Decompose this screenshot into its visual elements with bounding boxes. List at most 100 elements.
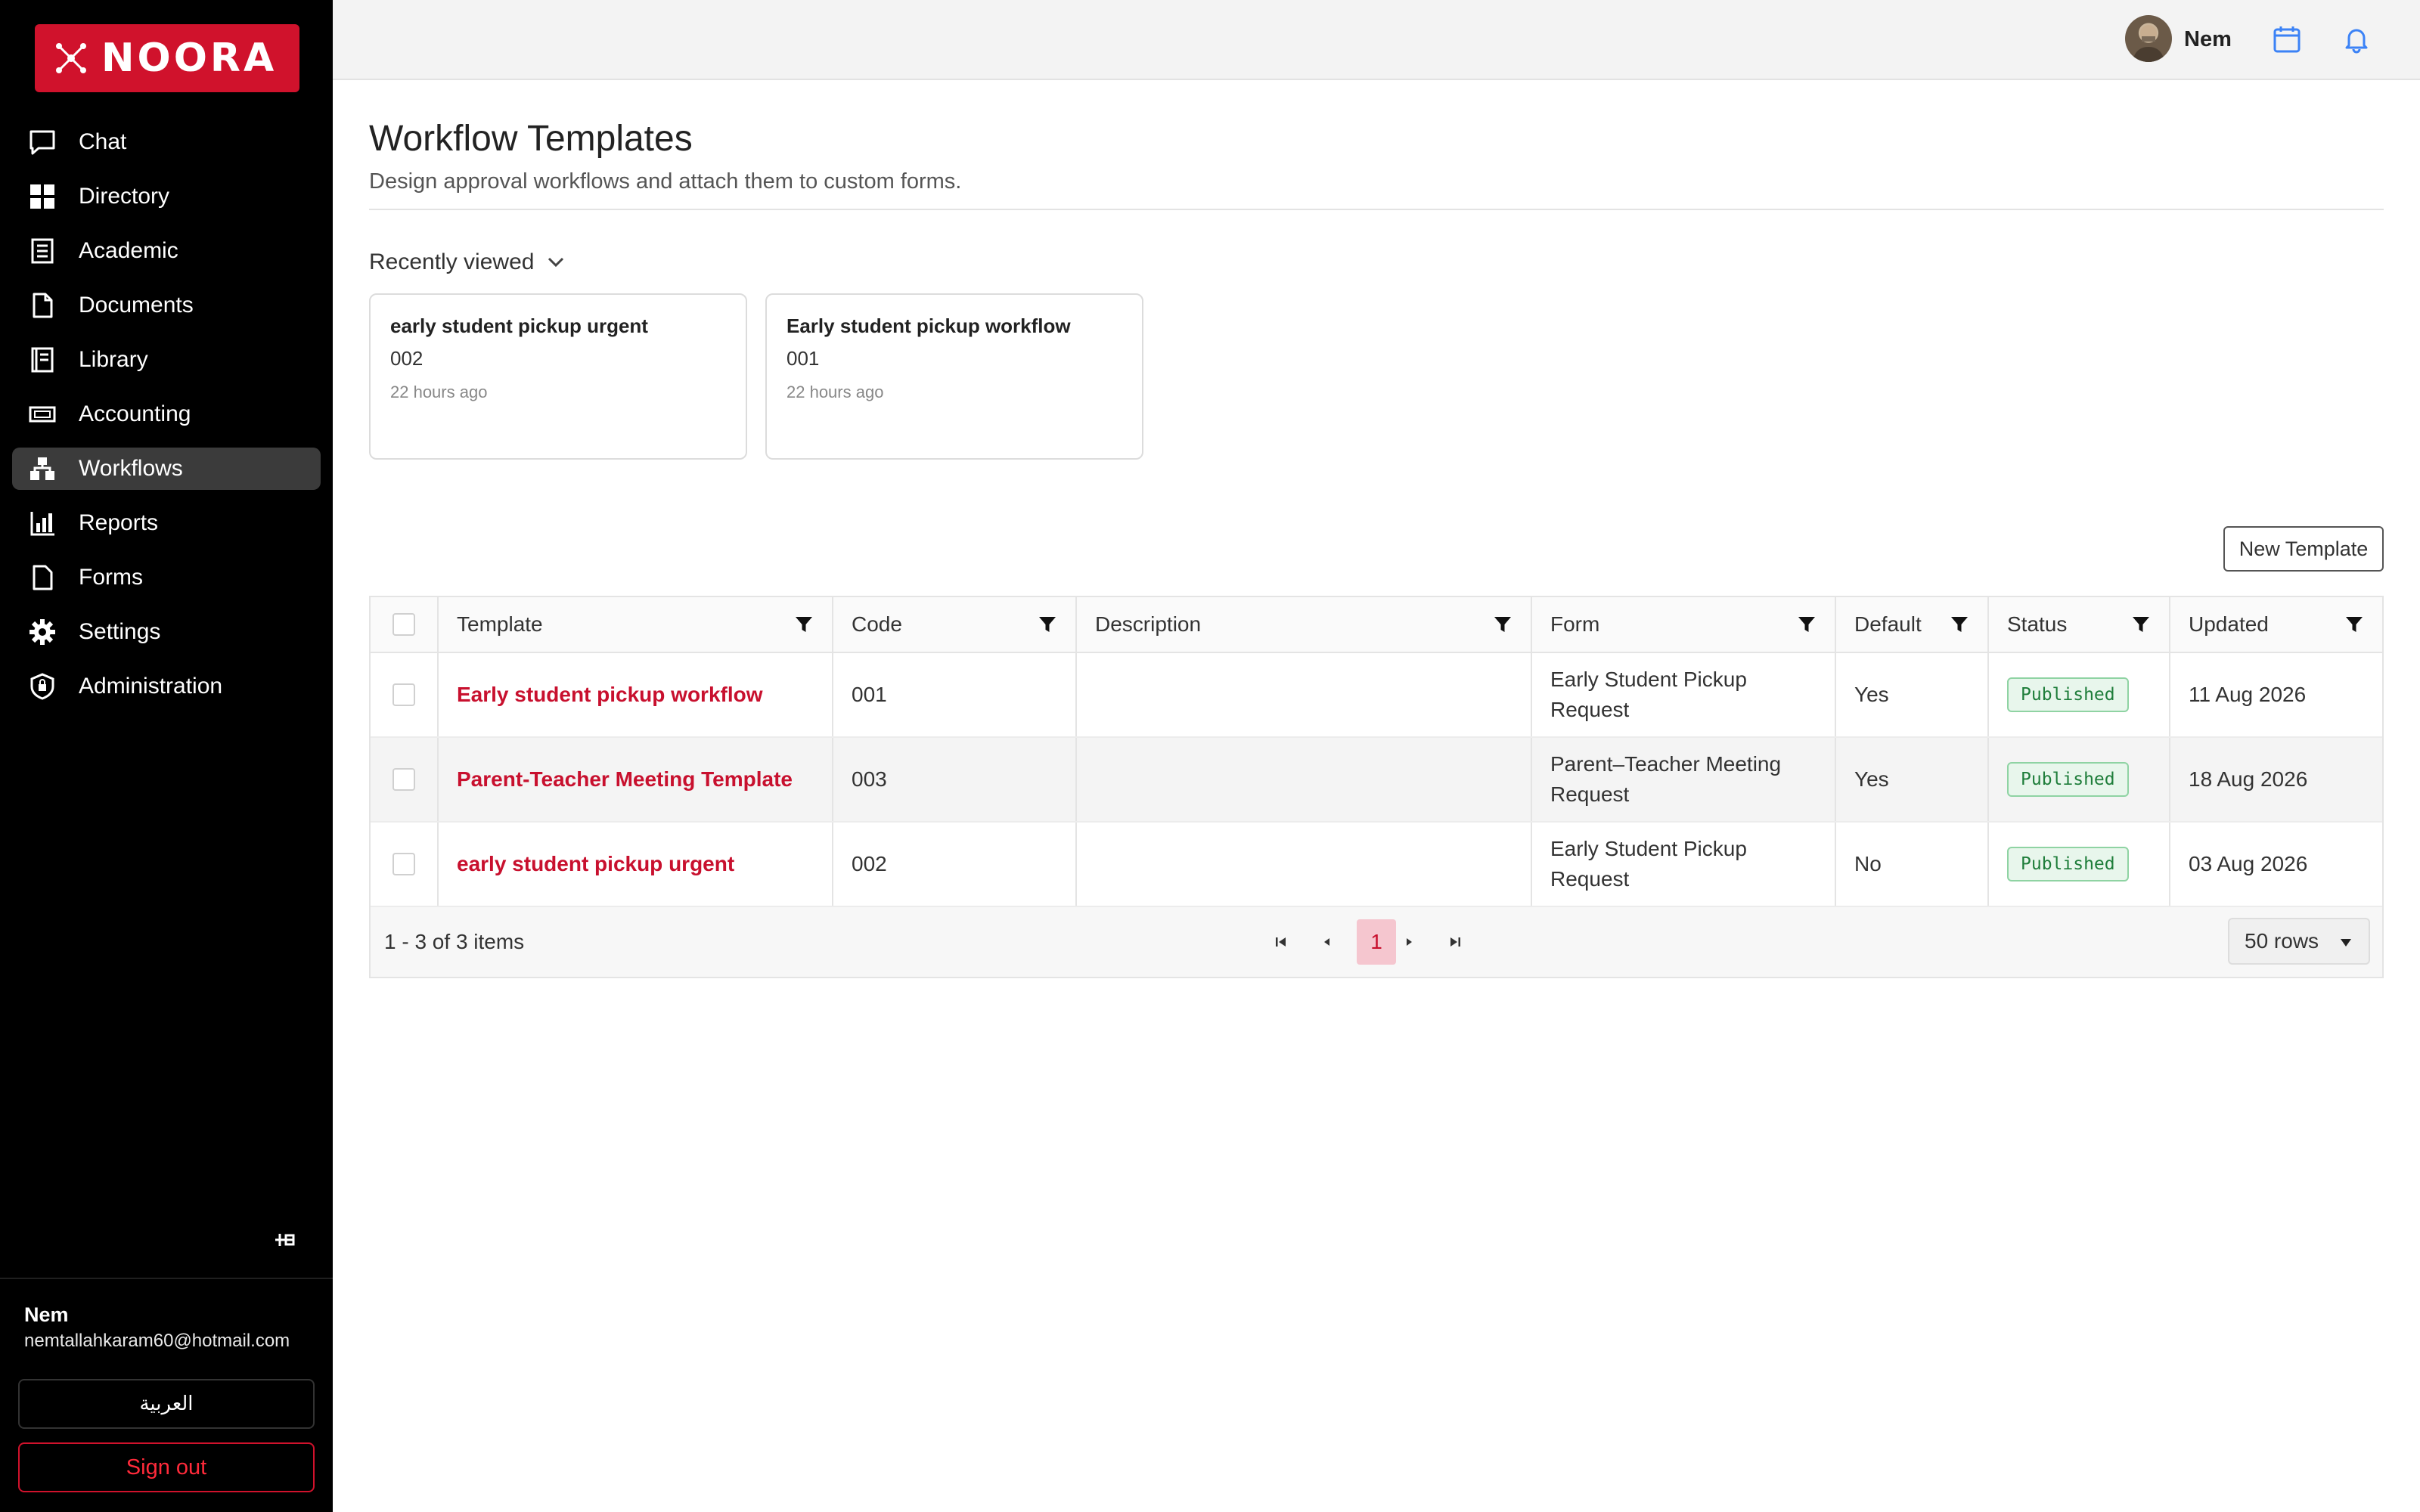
top-bar xyxy=(333,0,2420,80)
row-select-cell xyxy=(371,823,439,906)
sidebar-item-settings[interactable]: Settings xyxy=(12,611,321,653)
recent-card-time: 22 hours ago xyxy=(786,383,884,401)
notifications-button[interactable] xyxy=(2332,15,2381,64)
recent-card-time: 22 hours ago xyxy=(390,383,488,401)
row-checkbox[interactable] xyxy=(392,768,415,791)
row-select-cell xyxy=(371,653,439,736)
shield-icon xyxy=(27,671,57,702)
logo-mark-icon xyxy=(56,43,86,73)
description-cell xyxy=(1077,823,1532,906)
column-label: Description xyxy=(1095,612,1202,636)
recent-card[interactable]: early student pickup urgent 002 22 hours… xyxy=(369,293,747,460)
next-page-button[interactable] xyxy=(1388,919,1431,965)
grid-icon xyxy=(27,181,57,212)
sidebar-item-administration[interactable]: Administration xyxy=(12,665,321,708)
sidebar-item-accounting[interactable]: Accounting xyxy=(12,393,321,435)
updated-cell: 11 Aug 2026 xyxy=(2189,683,2307,706)
table-row[interactable]: Early student pickup workflow 001 Early … xyxy=(371,653,2382,738)
avatar[interactable] xyxy=(2125,15,2172,62)
recent-card-code: 001 xyxy=(786,347,820,370)
top-user-name[interactable]: Nem xyxy=(2184,27,2232,52)
sidebar-item-academic[interactable]: Academic xyxy=(12,230,321,272)
sidebar-item-label: Settings xyxy=(79,619,161,644)
form-cell: Early Student Pickup Request xyxy=(1532,823,1836,906)
code-cell: 003 xyxy=(833,738,1077,821)
sidebar-item-label: Reports xyxy=(79,510,159,535)
sign-out-button[interactable]: Sign out xyxy=(18,1442,315,1492)
column-header-code[interactable]: Code xyxy=(833,597,1077,652)
chart-icon xyxy=(27,508,57,538)
template-link[interactable]: Early student pickup workflow xyxy=(457,683,763,707)
form-name-line: Request xyxy=(1550,782,1630,806)
sidebar-user-name: Nem xyxy=(24,1303,69,1326)
filter-icon[interactable] xyxy=(1797,615,1817,634)
pagination-bar: 1 - 3 of 3 items 1 50 rows xyxy=(371,907,2382,977)
filter-icon[interactable] xyxy=(1493,615,1512,634)
pin-sidebar-icon[interactable] xyxy=(269,1225,299,1255)
sidebar-nav: Chat Directory Academic Documents Librar… xyxy=(12,121,321,720)
filter-icon[interactable] xyxy=(1038,615,1057,634)
last-page-button[interactable] xyxy=(1434,919,1476,965)
default-cell: Yes xyxy=(1836,653,1989,736)
template-link[interactable]: early student pickup urgent xyxy=(457,852,734,876)
sidebar-item-label: Library xyxy=(79,347,148,372)
language-toggle-button[interactable]: العربية xyxy=(18,1379,315,1429)
status-cell: Published xyxy=(1989,823,2170,906)
sidebar-item-directory[interactable]: Directory xyxy=(12,175,321,218)
calendar-button[interactable] xyxy=(2263,15,2311,64)
money-icon xyxy=(27,399,57,429)
rows-per-page-select[interactable]: 50 rows xyxy=(2228,918,2370,965)
table-header: Template Code Description Form Default S… xyxy=(371,597,2382,653)
first-page-button[interactable] xyxy=(1260,919,1302,965)
previous-page-button[interactable] xyxy=(1305,919,1348,965)
form-name-line: Request xyxy=(1550,698,1630,721)
form-name-line: Early Student Pickup xyxy=(1550,837,1747,860)
column-header-updated[interactable]: Updated xyxy=(2170,597,2382,652)
sidebar-item-documents[interactable]: Documents xyxy=(12,284,321,327)
recent-card[interactable]: Early student pickup workflow 001 22 hou… xyxy=(765,293,1143,460)
status-badge: Published xyxy=(2007,847,2129,881)
sidebar-item-chat[interactable]: Chat xyxy=(12,121,321,163)
template-link[interactable]: Parent-Teacher Meeting Template xyxy=(457,767,793,792)
column-header-form[interactable]: Form xyxy=(1532,597,1836,652)
last-page-icon xyxy=(1450,937,1460,947)
sidebar-item-reports[interactable]: Reports xyxy=(12,502,321,544)
filter-icon[interactable] xyxy=(2131,615,2151,634)
column-header-status[interactable]: Status xyxy=(1989,597,2170,652)
row-select-cell xyxy=(371,738,439,821)
row-checkbox[interactable] xyxy=(392,683,415,706)
sidebar-item-forms[interactable]: Forms xyxy=(12,556,321,599)
table-row[interactable]: Parent-Teacher Meeting Template 003 Pare… xyxy=(371,738,2382,823)
column-label: Form xyxy=(1550,612,1600,636)
table-row[interactable]: early student pickup urgent 002 Early St… xyxy=(371,823,2382,907)
description-cell xyxy=(1077,653,1532,736)
column-label: Updated xyxy=(2189,612,2269,636)
chevron-down-icon xyxy=(548,257,564,268)
filter-icon[interactable] xyxy=(2344,615,2364,634)
form-icon xyxy=(27,562,57,593)
recently-viewed-toggle[interactable]: Recently viewed xyxy=(369,249,567,275)
pagination-info: 1 - 3 of 3 items xyxy=(384,930,525,953)
filter-icon[interactable] xyxy=(794,615,814,634)
default-cell: No xyxy=(1836,823,1989,906)
updated-cell: 18 Aug 2026 xyxy=(2189,767,2308,791)
column-header-description[interactable]: Description xyxy=(1077,597,1532,652)
select-all-checkbox[interactable] xyxy=(392,613,415,636)
column-header-template[interactable]: Template xyxy=(439,597,833,652)
library-icon xyxy=(27,345,57,375)
row-checkbox[interactable] xyxy=(392,853,415,875)
code-cell: 001 xyxy=(833,653,1077,736)
sidebar-item-library[interactable]: Library xyxy=(12,339,321,381)
page-subtitle: Design approval workflows and attach the… xyxy=(369,169,962,194)
brand-name: NOORA xyxy=(101,36,278,81)
status-badge: Published xyxy=(2007,677,2129,712)
new-template-button[interactable]: New Template xyxy=(2223,526,2384,572)
sidebar-item-workflows[interactable]: Workflows xyxy=(12,448,321,490)
brand-logo[interactable]: NOORA xyxy=(35,24,299,92)
sidebar-item-label: Administration xyxy=(79,674,223,699)
filter-icon[interactable] xyxy=(1950,615,1969,634)
first-page-icon xyxy=(1276,937,1286,947)
column-header-default[interactable]: Default xyxy=(1836,597,1989,652)
sidebar-item-label: Directory xyxy=(79,184,170,209)
status-cell: Published xyxy=(1989,738,2170,821)
